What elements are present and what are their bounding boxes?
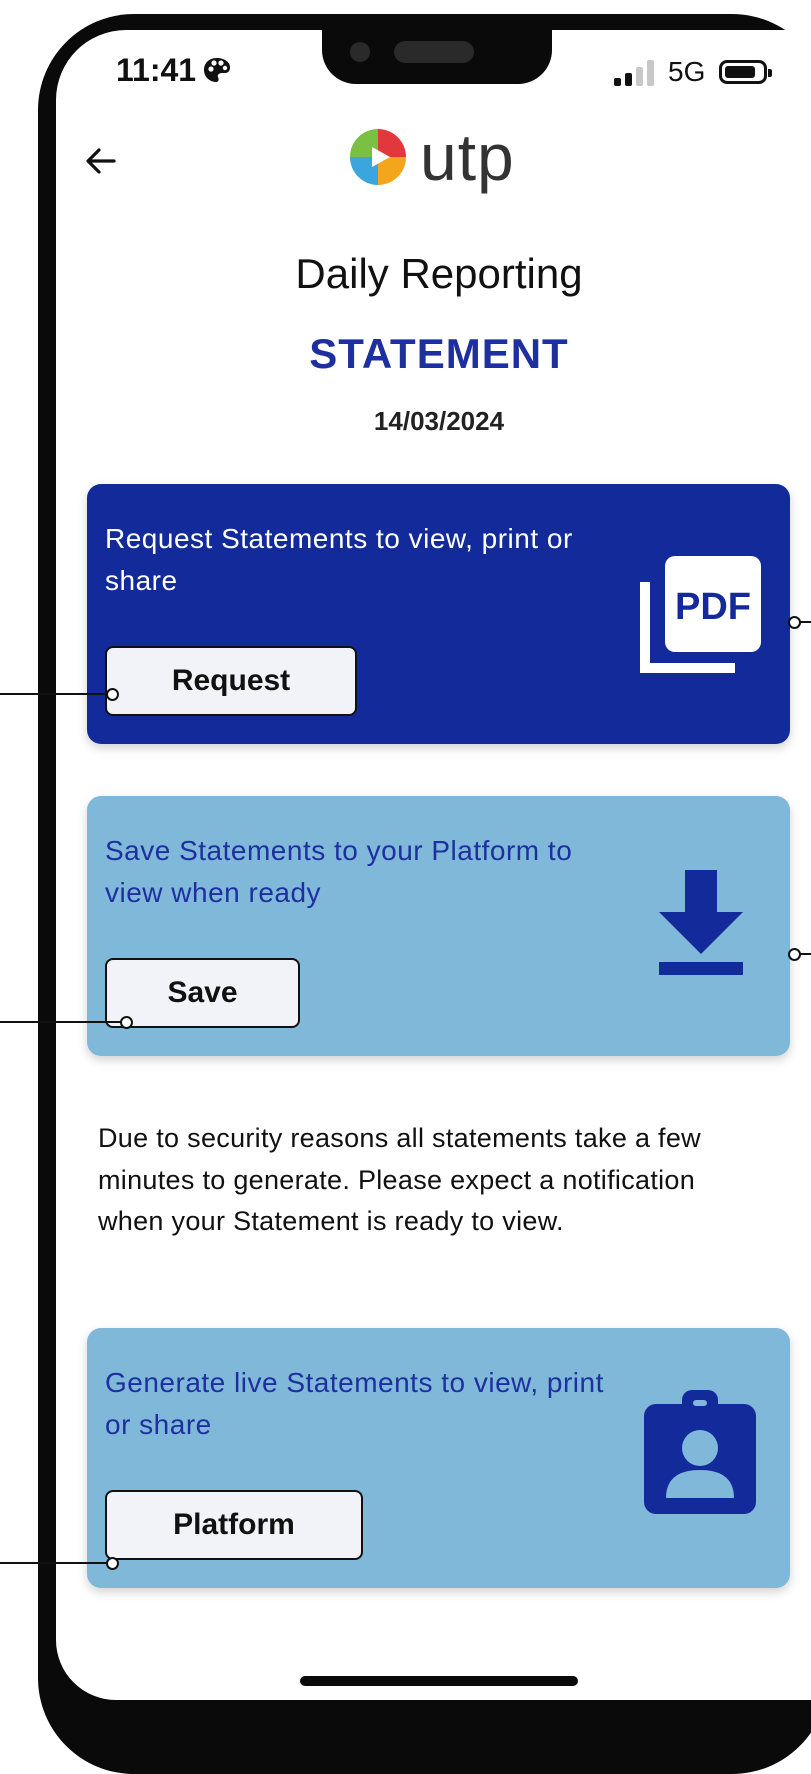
platform-button[interactable]: Platform	[105, 1490, 363, 1560]
callout-line-save	[0, 1021, 122, 1023]
palette-icon	[204, 58, 230, 82]
utp-logo: utp	[346, 124, 515, 190]
callout-line-pdf	[799, 621, 811, 623]
network-label: 5G	[668, 56, 706, 87]
logo-text: utp	[420, 120, 515, 194]
callout-line-download	[799, 953, 811, 955]
platform-card-text: Generate live Statements to view, print …	[105, 1367, 604, 1440]
status-time: 11:41	[116, 52, 197, 88]
callout-dot-request	[106, 688, 119, 701]
front-camera	[350, 42, 370, 62]
arrow-left-icon[interactable]	[84, 146, 118, 176]
svg-text:PDF: PDF	[675, 586, 751, 628]
security-notice: Due to security reasons all statements t…	[98, 1123, 701, 1236]
save-card: Save Statements to your Platform to view…	[87, 796, 790, 1056]
notch	[322, 14, 552, 84]
callout-dot-platform	[106, 1557, 119, 1570]
page-title: Daily Reporting	[295, 250, 583, 297]
earpiece-speaker	[394, 41, 474, 63]
home-indicator	[300, 1676, 578, 1686]
report-date: 14/03/2024	[373, 406, 505, 436]
callout-dot-save	[120, 1016, 133, 1029]
save-card-text: Save Statements to your Platform to view…	[105, 835, 573, 908]
battery-icon	[719, 60, 773, 84]
status-indicators: 5G	[614, 56, 773, 88]
callout-line-request	[0, 693, 108, 695]
utp-logo-mark	[350, 129, 406, 185]
page-subtitle: STATEMENT	[309, 330, 569, 377]
request-button[interactable]: Request	[105, 646, 357, 716]
platform-card: Generate live Statements to view, print …	[87, 1328, 790, 1588]
request-card: Request Statements to view, print or sha…	[87, 484, 790, 744]
download-icon	[659, 870, 743, 975]
id-badge-icon	[644, 1390, 756, 1514]
pdf-icon: PDF	[640, 556, 761, 673]
signal-icon	[614, 58, 654, 86]
request-card-text: Request Statements to view, print or sha…	[105, 523, 573, 596]
callout-line-platform	[0, 1562, 108, 1564]
save-button[interactable]: Save	[105, 958, 300, 1028]
